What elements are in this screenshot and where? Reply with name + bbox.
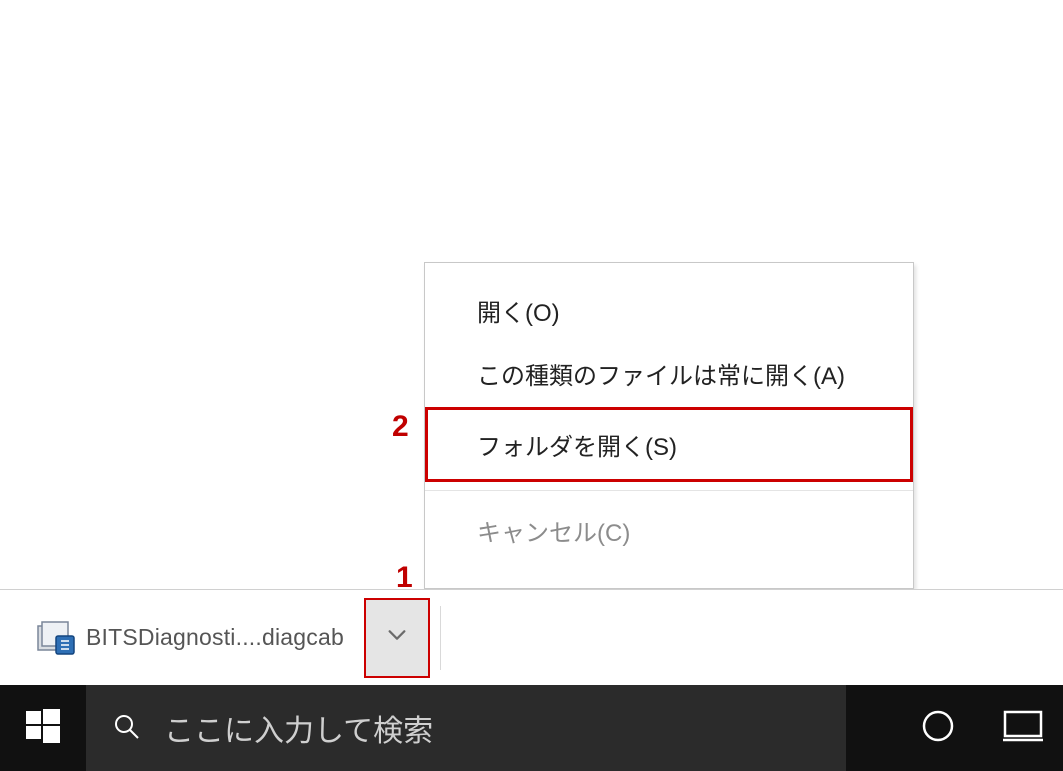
download-separator: [440, 606, 441, 670]
download-context-menu: 開く(O) この種類のファイルは常に開く(A) フォルダを開く(S) キャンセル…: [424, 262, 914, 589]
download-file-name: BITSDiagnosti....diagcab: [86, 624, 344, 651]
menu-divider: [425, 490, 913, 491]
search-placeholder: ここに入力して検索: [164, 706, 433, 750]
taskbar: ここに入力して検索: [0, 685, 1063, 771]
task-view-button[interactable]: [983, 685, 1063, 771]
start-button[interactable]: [0, 685, 86, 771]
search-icon: [112, 712, 164, 745]
download-shelf: BITSDiagnosti....diagcab: [0, 589, 1063, 685]
download-item[interactable]: BITSDiagnosti....diagcab: [36, 590, 441, 685]
menu-cancel[interactable]: キャンセル(C): [425, 499, 913, 562]
diagcab-file-icon: [36, 618, 76, 658]
cortana-button[interactable]: [893, 685, 983, 771]
chevron-down-icon: [386, 624, 408, 651]
annotation-2: 2: [392, 410, 409, 444]
task-view-icon: [1003, 708, 1043, 749]
menu-always-open[interactable]: この種類のファイルは常に開く(A): [425, 342, 913, 405]
cortana-circle-icon: [921, 709, 955, 748]
taskbar-search[interactable]: ここに入力して検索: [86, 685, 846, 771]
menu-open[interactable]: 開く(O): [425, 279, 913, 342]
menu-show-in-folder[interactable]: フォルダを開く(S): [427, 409, 911, 480]
download-options-button[interactable]: [364, 598, 430, 678]
windows-logo-icon: [26, 709, 60, 748]
